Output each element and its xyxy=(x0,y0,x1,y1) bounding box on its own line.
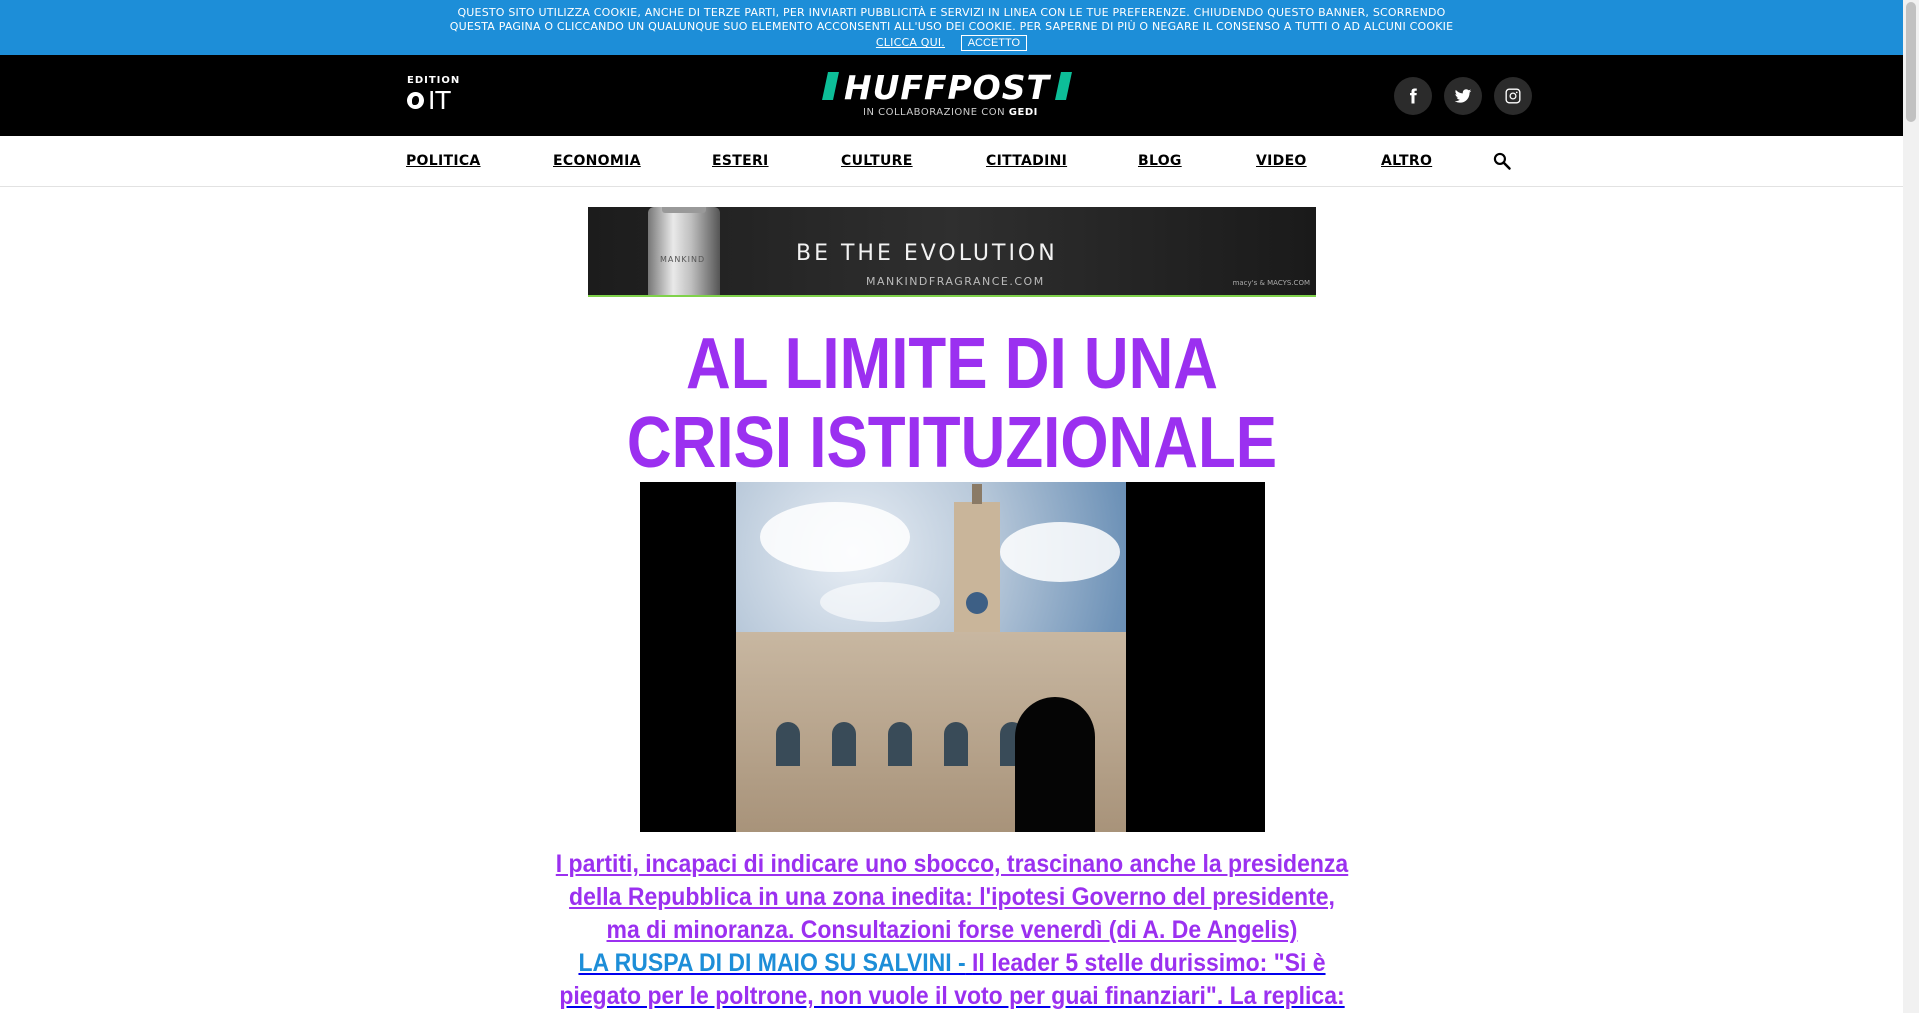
photo-tower xyxy=(954,484,1000,642)
nav-item-video[interactable]: VIDEO xyxy=(1256,153,1307,169)
nav-item-cittadini[interactable]: CITTADINI xyxy=(986,153,1067,169)
article-photo[interactable] xyxy=(640,482,1265,832)
nav-item-blog[interactable]: BLOG xyxy=(1138,153,1182,169)
cookie-text-line-1: QUESTO SITO UTILIZZA COOKIE, ANCHE DI TE… xyxy=(457,6,1446,19)
photo-guard-silhouette xyxy=(1015,697,1095,832)
nav-item-esteri[interactable]: ESTERI xyxy=(712,153,769,169)
ad-url: MANKINDFRAGRANCE.COM xyxy=(866,275,1045,288)
photo-cloud xyxy=(760,502,910,572)
scrollbar-thumb[interactable] xyxy=(1906,2,1916,122)
ad-retailer: macy's & MACYS.COM xyxy=(1232,279,1310,287)
instagram-button[interactable] xyxy=(1494,77,1532,115)
page-scrollbar[interactable] xyxy=(1903,0,1919,1013)
collab-brand: GEDI xyxy=(1008,107,1038,118)
facebook-icon xyxy=(1410,88,1417,104)
bottle-label: MANKIND xyxy=(660,255,706,264)
edition-code: IT xyxy=(428,86,451,115)
deck-link-secondary[interactable]: LA RUSPA DI DI MAIO SU SALVINI - Il lead… xyxy=(559,949,1344,1013)
photo-window xyxy=(776,722,800,766)
cookie-accept-button[interactable]: ACCETTO xyxy=(960,35,1028,51)
facebook-button[interactable] xyxy=(1394,77,1432,115)
logo-bar-right xyxy=(1055,72,1072,100)
article-headline[interactable]: AL LIMITE DI UNA CRISI ISTITUZIONALE xyxy=(605,325,1300,483)
nav-item-economia[interactable]: ECONOMIA xyxy=(553,153,641,169)
article-deck: I partiti, incapaci di indicare uno sboc… xyxy=(555,848,1350,1013)
site-header: EDITION IT HUFFPOST IN COLLABORAZIONE CO… xyxy=(0,55,1903,136)
photo-window xyxy=(832,722,856,766)
huffpost-logo[interactable]: HUFFPOST IN COLLABORAZIONE CON GEDI xyxy=(822,68,1072,124)
photo-cloud xyxy=(1000,522,1120,582)
photo-window xyxy=(944,722,968,766)
search-icon[interactable] xyxy=(1492,151,1512,171)
cookie-text-line-2: QUESTA PAGINA O CLICCANDO UN QUALUNQUE S… xyxy=(449,20,1454,33)
photo-clock xyxy=(966,592,988,614)
instagram-icon xyxy=(1505,88,1521,104)
collab-text: IN COLLABORAZIONE CON xyxy=(863,107,1006,118)
cookie-info-link[interactable]: CLICCA QUI. xyxy=(876,36,945,49)
edition-label: EDITION xyxy=(407,75,461,86)
photo-window xyxy=(888,722,912,766)
fragrance-bottle-image xyxy=(648,207,720,295)
deck-kicker: LA RUSPA DI DI MAIO SU SALVINI - xyxy=(578,949,966,977)
nav-item-politica[interactable]: POLITICA xyxy=(406,153,481,169)
nav-item-altro[interactable]: ALTRO xyxy=(1381,153,1432,169)
main-nav: POLITICA ECONOMIA ESTERI CULTURE CITTADI… xyxy=(0,136,1903,187)
twitter-icon xyxy=(1454,89,1472,103)
logo-collab: IN COLLABORAZIONE CON GEDI xyxy=(863,107,1038,118)
ad-headline: BE THE EVOLUTION xyxy=(796,241,1058,266)
twitter-button[interactable] xyxy=(1444,77,1482,115)
edition-selector[interactable]: EDITION IT xyxy=(407,75,460,113)
nav-item-culture[interactable]: CULTURE xyxy=(841,153,913,169)
globe-icon xyxy=(407,92,424,109)
logo-wordmark: HUFFPOST xyxy=(843,68,1051,107)
deck-link-main[interactable]: I partiti, incapaci di indicare uno sboc… xyxy=(556,850,1348,944)
photo-cloud xyxy=(820,582,940,622)
logo-bar-left xyxy=(822,72,839,100)
advertisement-banner[interactable]: MANKIND BE THE EVOLUTION MANKINDFRAGRANC… xyxy=(588,207,1316,297)
cookie-banner: QUESTO SITO UTILIZZA COOKIE, ANCHE DI TE… xyxy=(0,0,1903,55)
